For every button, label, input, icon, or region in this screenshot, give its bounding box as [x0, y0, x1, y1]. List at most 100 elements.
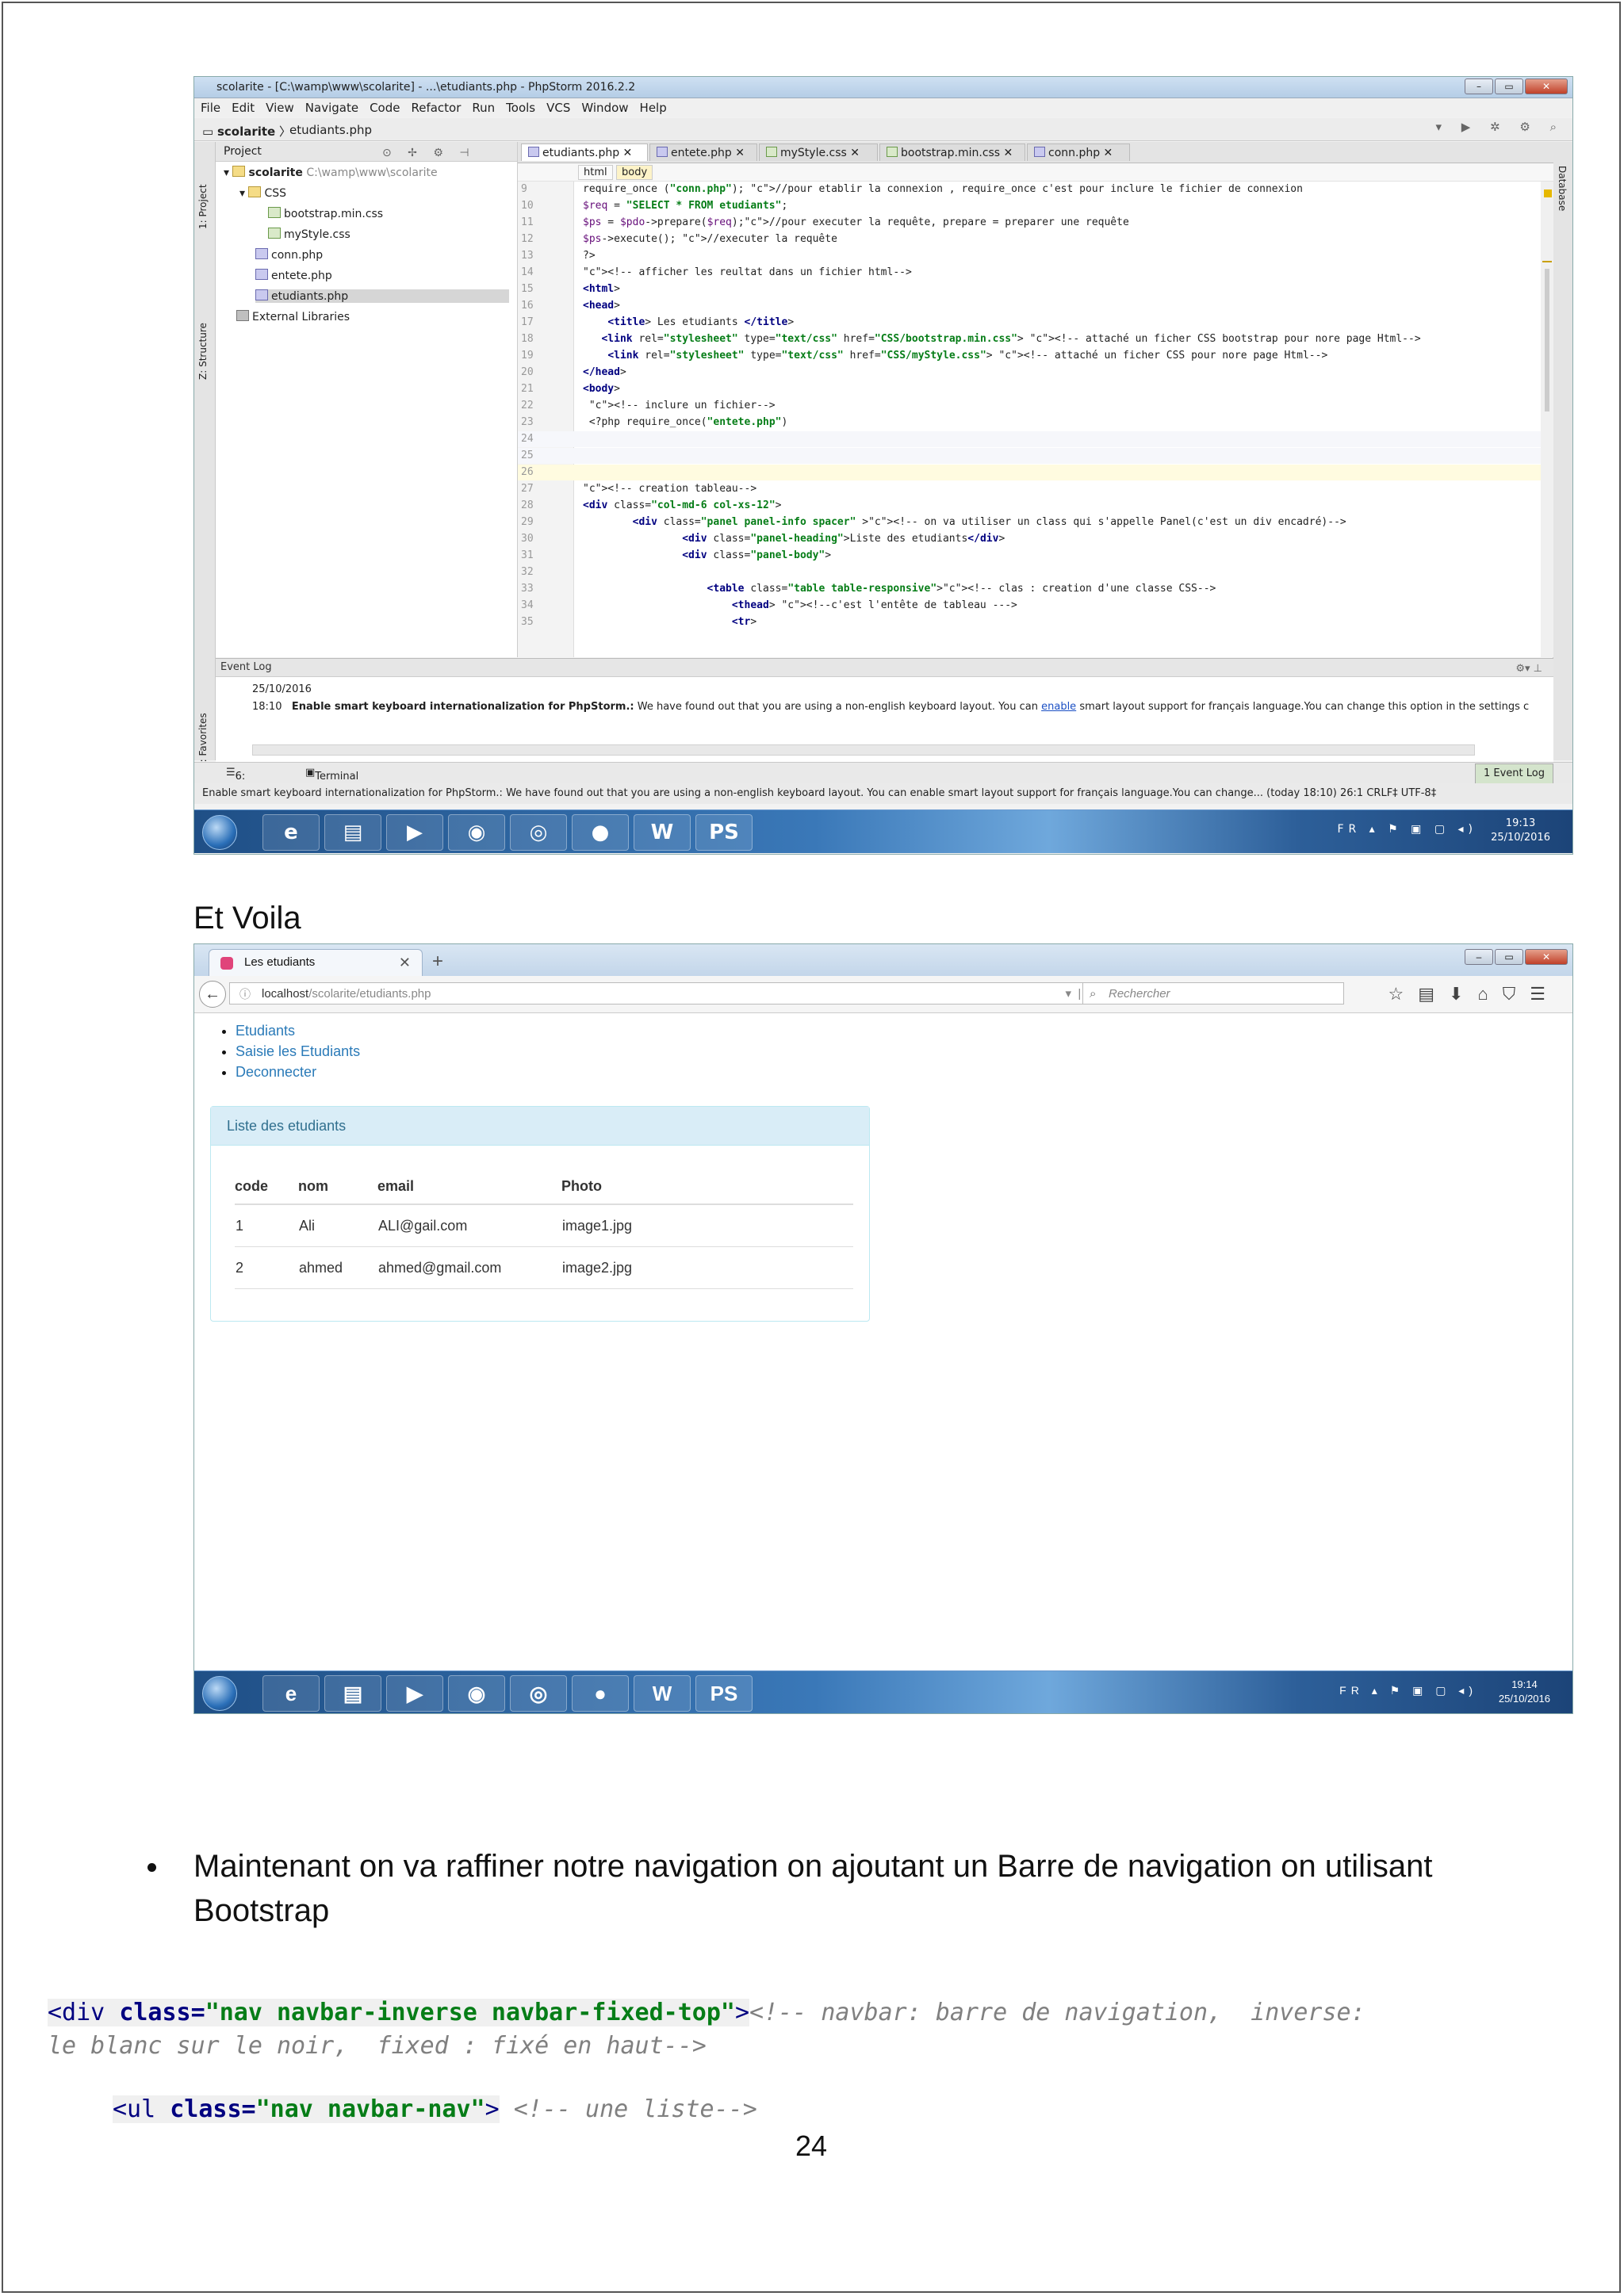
media-player-icon[interactable]: ▶: [386, 814, 443, 851]
tab-mystyle-css[interactable]: myStyle.css ✕: [759, 144, 878, 161]
code-line[interactable]: 32: [518, 564, 1541, 580]
enable-link[interactable]: enable: [1041, 701, 1076, 713]
word-icon[interactable]: W: [634, 1675, 691, 1712]
tree-item-css-folder[interactable]: ▾ CSS: [239, 186, 286, 200]
code-line[interactable]: 20 </head>: [518, 365, 1541, 381]
ie-icon[interactable]: e: [262, 1675, 320, 1712]
code-line[interactable]: 19 <link rel="stylesheet" type="text/css…: [518, 348, 1541, 364]
explorer-icon[interactable]: ▤: [324, 1675, 381, 1712]
project-panel-actions[interactable]: ⊙ ✢ ⚙ ⊣: [382, 144, 476, 163]
code-line[interactable]: 15 <html>: [518, 281, 1541, 297]
menu-refactor[interactable]: Refactor: [411, 98, 461, 117]
start-button-icon[interactable]: [202, 1676, 237, 1711]
code-line[interactable]: 13 ?>: [518, 248, 1541, 264]
phpstorm-icon[interactable]: PS: [695, 1675, 753, 1712]
tool-tab-favorites[interactable]: 2: Favorites: [197, 713, 209, 768]
explorer-icon[interactable]: ▤: [324, 814, 381, 851]
code-line[interactable]: 26: [518, 465, 1541, 480]
event-log-scrollbar[interactable]: [252, 744, 1475, 756]
code-line[interactable]: 22 "c"><!-- inclure un fichier-->: [518, 398, 1541, 414]
menu-run[interactable]: Run: [472, 98, 495, 117]
tool-tab-project[interactable]: 1: Project: [197, 184, 209, 229]
code-line[interactable]: 24: [518, 431, 1541, 447]
code-line[interactable]: 18 <link rel="stylesheet" type="text/css…: [518, 331, 1541, 347]
project-panel-title[interactable]: Project: [224, 145, 262, 158]
browser-tab[interactable]: Les etudiants ✕: [209, 949, 423, 976]
browser-toolbar-icons[interactable]: ☆▤⬇⌂⛉☰: [1388, 984, 1560, 1004]
close-tab-icon[interactable]: ✕: [399, 950, 411, 975]
code-line[interactable]: 25: [518, 448, 1541, 464]
menu-vcs[interactable]: VCS: [546, 98, 570, 117]
nav-link-deconnecter[interactable]: Deconnecter: [236, 1062, 360, 1082]
chrome-icon[interactable]: ◉: [448, 1675, 505, 1712]
ide-run-toolbar[interactable]: ▾ ▶ ✲ ⚙ ⌕: [1435, 120, 1565, 134]
code-line[interactable]: 29 <div class="panel panel-info spacer" …: [518, 515, 1541, 530]
gear-icon[interactable]: ⚙▾ ⊥: [1515, 660, 1542, 678]
firefox-icon[interactable]: ●: [572, 1675, 629, 1712]
system-tray[interactable]: FR ▴ ⚑ ▣ ▢ ◂): [1337, 823, 1477, 836]
close-icon[interactable]: ✕: [1525, 949, 1568, 965]
chrome-icon[interactable]: ◉: [448, 814, 505, 851]
menu-navigate[interactable]: Navigate: [305, 98, 358, 117]
tag-crumb-html[interactable]: html: [578, 165, 613, 180]
code-line[interactable]: 28 <div class="col-md-6 col-xs-12">: [518, 498, 1541, 514]
todo-button[interactable]: ☰ 6: TODO: [226, 767, 266, 794]
menu-code[interactable]: Code: [370, 98, 400, 117]
terminal-button[interactable]: ▣ Terminal: [305, 767, 358, 783]
tab-bootstrap-css[interactable]: bootstrap.min.css ✕: [879, 144, 1025, 161]
tab-etudiants-php[interactable]: etudiants.php ✕: [521, 144, 648, 161]
phpstorm-icon[interactable]: PS: [695, 814, 753, 851]
code-line[interactable]: 12 $ps->execute(); "c">//executer la requ…: [518, 232, 1541, 247]
code-line[interactable]: 31 <div class="panel-body">: [518, 548, 1541, 564]
code-line[interactable]: 27 "c"><!-- creation tableau-->: [518, 481, 1541, 497]
tree-item-entete-php[interactable]: entete.php: [255, 269, 332, 282]
taskbar-clock[interactable]: 19:14 25/10/2016: [1499, 1678, 1550, 1706]
tab-conn-php[interactable]: conn.php ✕: [1027, 144, 1130, 161]
taskbar-clock[interactable]: 19:13 25/10/2016: [1491, 817, 1550, 845]
code-line[interactable]: 30 <div class="panel-heading">Liste des …: [518, 531, 1541, 547]
menu-window[interactable]: Window: [581, 98, 628, 117]
tree-item-etudiants-php[interactable]: etudiants.php: [255, 289, 509, 303]
maximize-icon[interactable]: ▭: [1495, 949, 1523, 965]
tree-item-conn-php[interactable]: conn.php: [255, 248, 323, 262]
system-tray[interactable]: FR ▴ ⚑ ▣ ▢ ◂): [1339, 1684, 1477, 1697]
code-area[interactable]: 9 require_once ("conn.php"); "c">//pour e…: [518, 182, 1541, 657]
ie-icon[interactable]: e: [262, 814, 320, 851]
menu-edit[interactable]: Edit: [232, 98, 255, 117]
tag-crumb-body[interactable]: body: [616, 165, 653, 180]
code-line[interactable]: 14 "c"><!-- afficher les reultat dans un …: [518, 265, 1541, 281]
tool-tab-database[interactable]: Database: [1557, 166, 1568, 211]
minimize-icon[interactable]: –: [1465, 78, 1493, 94]
close-icon[interactable]: ✕: [1525, 78, 1568, 94]
tab-entete-php[interactable]: entete.php ✕: [649, 144, 757, 161]
minimize-icon[interactable]: –: [1465, 949, 1493, 965]
code-line[interactable]: 34 <thead> "c"><!--c'est l'entête de tab…: [518, 598, 1541, 614]
back-arrow-icon[interactable]: ←: [199, 981, 226, 1008]
tree-item-bootstrap-css[interactable]: bootstrap.min.css: [268, 207, 383, 220]
firefox-icon[interactable]: ●: [572, 814, 629, 851]
code-line[interactable]: 21 <body>: [518, 381, 1541, 397]
word-icon[interactable]: W: [634, 814, 691, 851]
event-log-button[interactable]: 1 Event Log: [1475, 763, 1553, 784]
url-input[interactable]: ⓘ localhost/scolarite/etudiants.php ▾ | …: [229, 982, 1101, 1004]
scroll-thumb[interactable]: [1545, 269, 1549, 411]
code-line[interactable]: 11 $ps = $pdo->prepare($req);"c">//pour e…: [518, 215, 1541, 231]
tool-tab-structure[interactable]: Z: Structure: [197, 323, 209, 380]
start-button-icon[interactable]: [202, 815, 237, 850]
menu-tools[interactable]: Tools: [506, 98, 535, 117]
tree-item-mystyle-css[interactable]: myStyle.css: [268, 228, 350, 241]
new-tab-icon[interactable]: +: [432, 951, 443, 973]
tree-item-scolarite[interactable]: ▾ scolarite C:\wamp\www\scolarite: [224, 166, 438, 179]
app-icon[interactable]: ◎: [510, 814, 567, 851]
code-line[interactable]: 33 <table class="table table-responsive"…: [518, 581, 1541, 597]
menu-help[interactable]: Help: [640, 98, 667, 117]
tree-item-external-libraries[interactable]: External Libraries: [236, 310, 350, 323]
maximize-icon[interactable]: ▭: [1495, 78, 1523, 94]
menu-view[interactable]: View: [266, 98, 294, 117]
media-player-icon[interactable]: ▶: [386, 1675, 443, 1712]
nav-link-saisie[interactable]: Saisie les Etudiants: [236, 1041, 360, 1062]
code-line[interactable]: 35 <tr>: [518, 614, 1541, 630]
breadcrumb-project[interactable]: ▭ scolarite 〉: [202, 123, 291, 140]
breadcrumb-file[interactable]: etudiants.php: [289, 123, 372, 137]
search-input[interactable]: ⌕ Rechercher: [1082, 982, 1344, 1004]
